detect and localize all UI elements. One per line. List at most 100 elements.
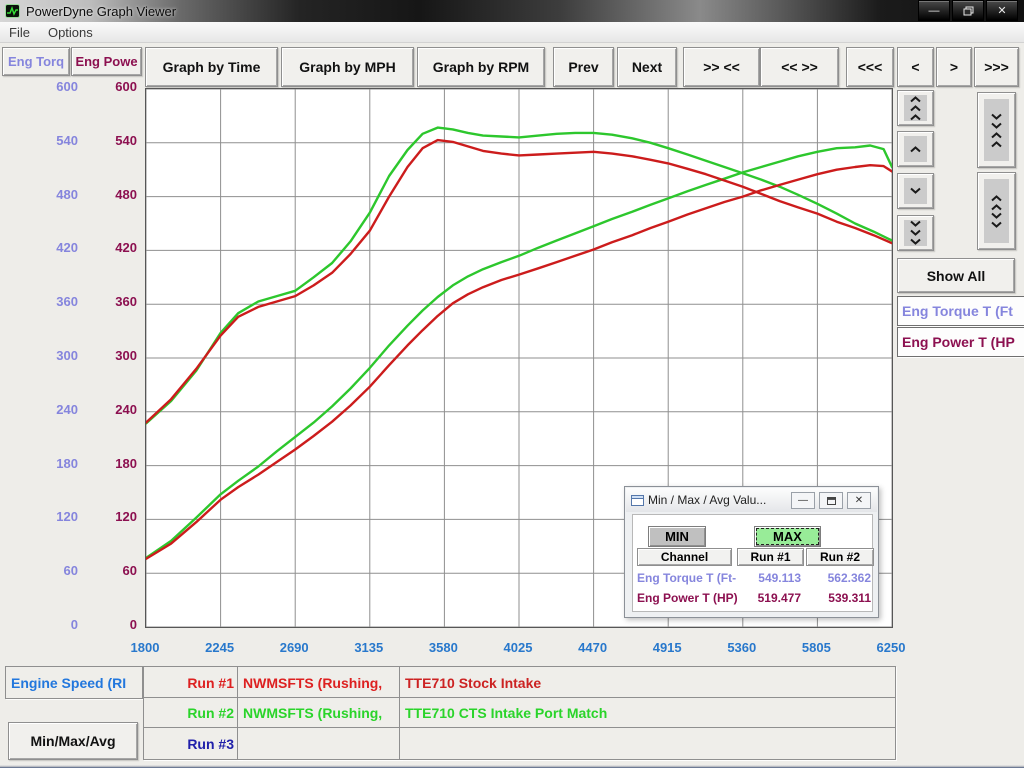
minmax-window-titlebar[interactable]: Min / Max / Avg Valu... — ✕ xyxy=(626,488,877,512)
triple-down-chevron-icon xyxy=(904,220,927,246)
menu-file[interactable]: File xyxy=(0,25,39,40)
rpm-axis-tick: 3135 xyxy=(339,640,399,655)
power-axis-tick: 420 xyxy=(94,240,137,255)
menu-bar: File Options xyxy=(0,22,1024,43)
graph-by-mph-button[interactable]: Graph by MPH xyxy=(281,47,414,87)
x-axis-channel-field[interactable]: Engine Speed (RI xyxy=(5,666,143,699)
window-title: PowerDyne Graph Viewer xyxy=(26,4,176,19)
minmax-restore-button[interactable] xyxy=(819,492,843,509)
run3-file-field[interactable] xyxy=(237,727,402,760)
restore-button[interactable] xyxy=(952,0,984,21)
zoom-in-button[interactable]: >> << xyxy=(683,47,760,87)
legend-eng-power[interactable]: Eng Power T (HP xyxy=(897,327,1024,357)
eng-torque-channel-button[interactable]: Eng Torq xyxy=(2,47,70,76)
scroll-left-button[interactable]: < xyxy=(897,47,934,87)
collapse-vertical-icon xyxy=(984,99,1009,161)
scroll-far-left-button[interactable]: <<< xyxy=(846,47,894,87)
eng-power-channel-button[interactable]: Eng Powe xyxy=(71,47,142,76)
y-scale-expand-button[interactable] xyxy=(977,172,1016,250)
minmax-torque-run2-value: 562.362 xyxy=(811,571,871,585)
power-axis-tick: 180 xyxy=(94,456,137,471)
next-button[interactable]: Next xyxy=(617,47,677,87)
rpm-axis-tick: 6250 xyxy=(861,640,921,655)
minmax-col-run2: Run #2 xyxy=(806,548,874,566)
power-axis-tick: 300 xyxy=(94,348,137,363)
minmax-col-channel: Channel xyxy=(637,548,732,566)
scroll-right-button[interactable]: > xyxy=(936,47,972,87)
y-scale-expand-down-fast-button[interactable] xyxy=(897,215,934,251)
torque-axis-tick: 120 xyxy=(28,509,78,524)
power-axis-tick: 600 xyxy=(94,79,137,94)
zoom-out-button[interactable]: << >> xyxy=(760,47,839,87)
show-all-button[interactable]: Show All xyxy=(897,258,1015,293)
minmax-window-title: Min / Max / Avg Valu... xyxy=(648,493,766,507)
minmax-avg-button[interactable]: Min/Max/Avg xyxy=(8,722,138,760)
torque-axis-tick: 600 xyxy=(28,79,78,94)
legend-eng-torque[interactable]: Eng Torque T (Ft xyxy=(897,296,1024,326)
expand-vertical-icon xyxy=(984,179,1009,243)
up-chevron-icon xyxy=(904,136,927,162)
minmax-torque-run1-value: 549.113 xyxy=(741,571,801,585)
torque-axis-tick: 180 xyxy=(28,456,78,471)
torque-axis-tick: 540 xyxy=(28,133,78,148)
rpm-axis-tick: 1800 xyxy=(115,640,175,655)
torque-axis-tick: 60 xyxy=(28,563,78,578)
max-tab-button[interactable]: MAX xyxy=(754,526,821,547)
run1-label: Run #1 xyxy=(143,666,242,699)
minmax-col-run1: Run #1 xyxy=(737,548,804,566)
torque-axis-tick: 360 xyxy=(28,294,78,309)
app-icon xyxy=(5,4,20,18)
torque-axis-tick: 0 xyxy=(28,617,78,632)
graph-by-time-button[interactable]: Graph by Time xyxy=(145,47,278,87)
down-chevron-icon xyxy=(904,178,927,204)
minmax-torque-channel: Eng Torque T (Ft- xyxy=(637,571,736,585)
power-axis-tick: 60 xyxy=(94,563,137,578)
run1-description-field[interactable]: TTE710 Stock Intake xyxy=(399,666,896,699)
minmax-restore-icon xyxy=(827,497,836,505)
minmax-close-button[interactable]: ✕ xyxy=(847,492,871,509)
torque-axis-tick: 300 xyxy=(28,348,78,363)
rpm-axis-tick: 4915 xyxy=(637,640,697,655)
rpm-axis-tick: 2690 xyxy=(264,640,324,655)
y-scale-collapse-button[interactable] xyxy=(977,92,1016,168)
minimize-button[interactable]: — xyxy=(918,0,950,21)
power-axis-tick: 360 xyxy=(94,294,137,309)
power-axis-tick: 240 xyxy=(94,402,137,417)
run1-file-field[interactable]: NWMSFTS (Rushing, xyxy=(237,666,402,699)
y-scale-up-button[interactable] xyxy=(897,131,934,167)
title-bar: PowerDyne Graph Viewer — ✕ xyxy=(0,0,1024,22)
scroll-far-right-button[interactable]: >>> xyxy=(974,47,1019,87)
torque-axis-tick: 240 xyxy=(28,402,78,417)
rpm-axis-tick: 4025 xyxy=(488,640,548,655)
run2-label: Run #2 xyxy=(143,697,242,729)
minmax-power-channel: Eng Power T (HP) xyxy=(637,591,738,605)
minmax-power-run1-value: 519.477 xyxy=(741,591,801,605)
run3-description-field[interactable] xyxy=(399,727,896,760)
minmax-values-window[interactable]: Min / Max / Avg Valu... — ✕ MIN MAX Chan… xyxy=(624,486,879,618)
rpm-axis-tick: 4470 xyxy=(563,640,623,655)
restore-icon xyxy=(963,6,974,16)
triple-up-chevron-icon xyxy=(904,95,927,121)
run2-description-field[interactable]: TTE710 CTS Intake Port Match xyxy=(399,697,896,729)
run2-file-field[interactable]: NWMSFTS (Rushing, xyxy=(237,697,402,729)
minmax-window-icon xyxy=(631,495,644,506)
power-axis-tick: 120 xyxy=(94,509,137,524)
graph-by-rpm-button[interactable]: Graph by RPM xyxy=(417,47,545,87)
y-scale-expand-up-fast-button[interactable] xyxy=(897,90,934,126)
rpm-axis-tick: 5805 xyxy=(786,640,846,655)
power-axis-tick: 0 xyxy=(94,617,137,632)
minmax-minimize-button[interactable]: — xyxy=(791,492,815,509)
torque-axis-tick: 420 xyxy=(28,240,78,255)
rpm-axis-tick: 2245 xyxy=(190,640,250,655)
torque-axis-tick: 480 xyxy=(28,187,78,202)
power-axis-tick: 540 xyxy=(94,133,137,148)
rpm-axis-tick: 5360 xyxy=(712,640,772,655)
y-scale-down-button[interactable] xyxy=(897,173,934,209)
menu-options[interactable]: Options xyxy=(39,25,102,40)
minmax-power-run2-value: 539.311 xyxy=(811,591,871,605)
min-tab-button[interactable]: MIN xyxy=(648,526,706,547)
prev-button[interactable]: Prev xyxy=(553,47,614,87)
run3-label: Run #3 xyxy=(143,727,242,760)
close-button[interactable]: ✕ xyxy=(986,0,1018,21)
power-axis-tick: 480 xyxy=(94,187,137,202)
